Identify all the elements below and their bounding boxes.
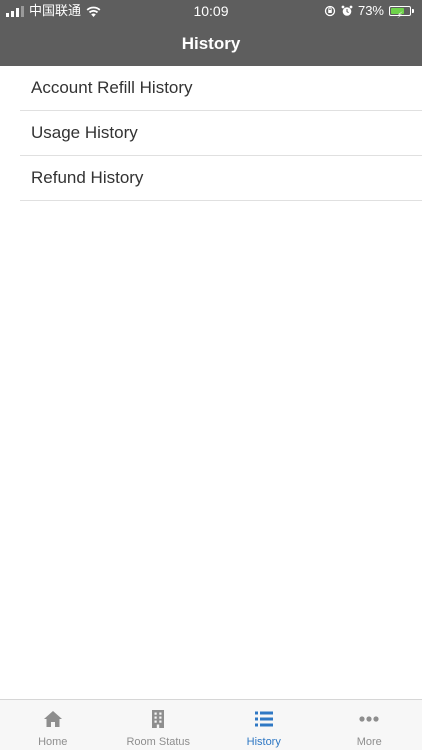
tab-home[interactable]: Home xyxy=(0,700,106,750)
tab-room-status[interactable]: Room Status xyxy=(106,700,212,750)
usage-history-item[interactable]: Usage History xyxy=(20,111,422,156)
battery-tip xyxy=(412,9,414,13)
battery-percent: 73% xyxy=(357,3,384,18)
building-icon xyxy=(152,710,165,728)
orientation-lock-icon xyxy=(324,5,336,17)
account-refill-history-item[interactable]: Account Refill History xyxy=(20,66,422,111)
tab-label: History xyxy=(246,736,281,748)
page-title: History xyxy=(181,34,241,53)
list-icon xyxy=(254,711,273,727)
list-item-label: Refund History xyxy=(31,168,144,187)
top-bar: 中国联通 10:09 73% ⚡ History xyxy=(0,0,422,66)
status-bar: 中国联通 10:09 73% ⚡ xyxy=(0,0,422,22)
more-icon xyxy=(359,716,379,722)
alarm-icon xyxy=(341,5,353,16)
status-right: 73% ⚡ xyxy=(324,0,414,22)
tab-history[interactable]: History xyxy=(211,700,317,750)
battery-icon: ⚡ xyxy=(389,6,411,20)
list-item-label: Account Refill History xyxy=(31,78,193,97)
tab-label: Home xyxy=(38,736,68,748)
tab-label: Room Status xyxy=(126,736,191,748)
tab-label: More xyxy=(356,736,382,748)
tab-more[interactable]: More xyxy=(317,700,422,750)
tab-bar: Home Room Status History More xyxy=(0,699,422,750)
charging-bolt-icon: ⚡ xyxy=(396,10,404,20)
history-menu-list: Account Refill History Usage History Ref… xyxy=(0,66,422,201)
list-item-label: Usage History xyxy=(31,123,138,142)
home-icon xyxy=(43,711,62,727)
refund-history-item[interactable]: Refund History xyxy=(20,156,422,201)
